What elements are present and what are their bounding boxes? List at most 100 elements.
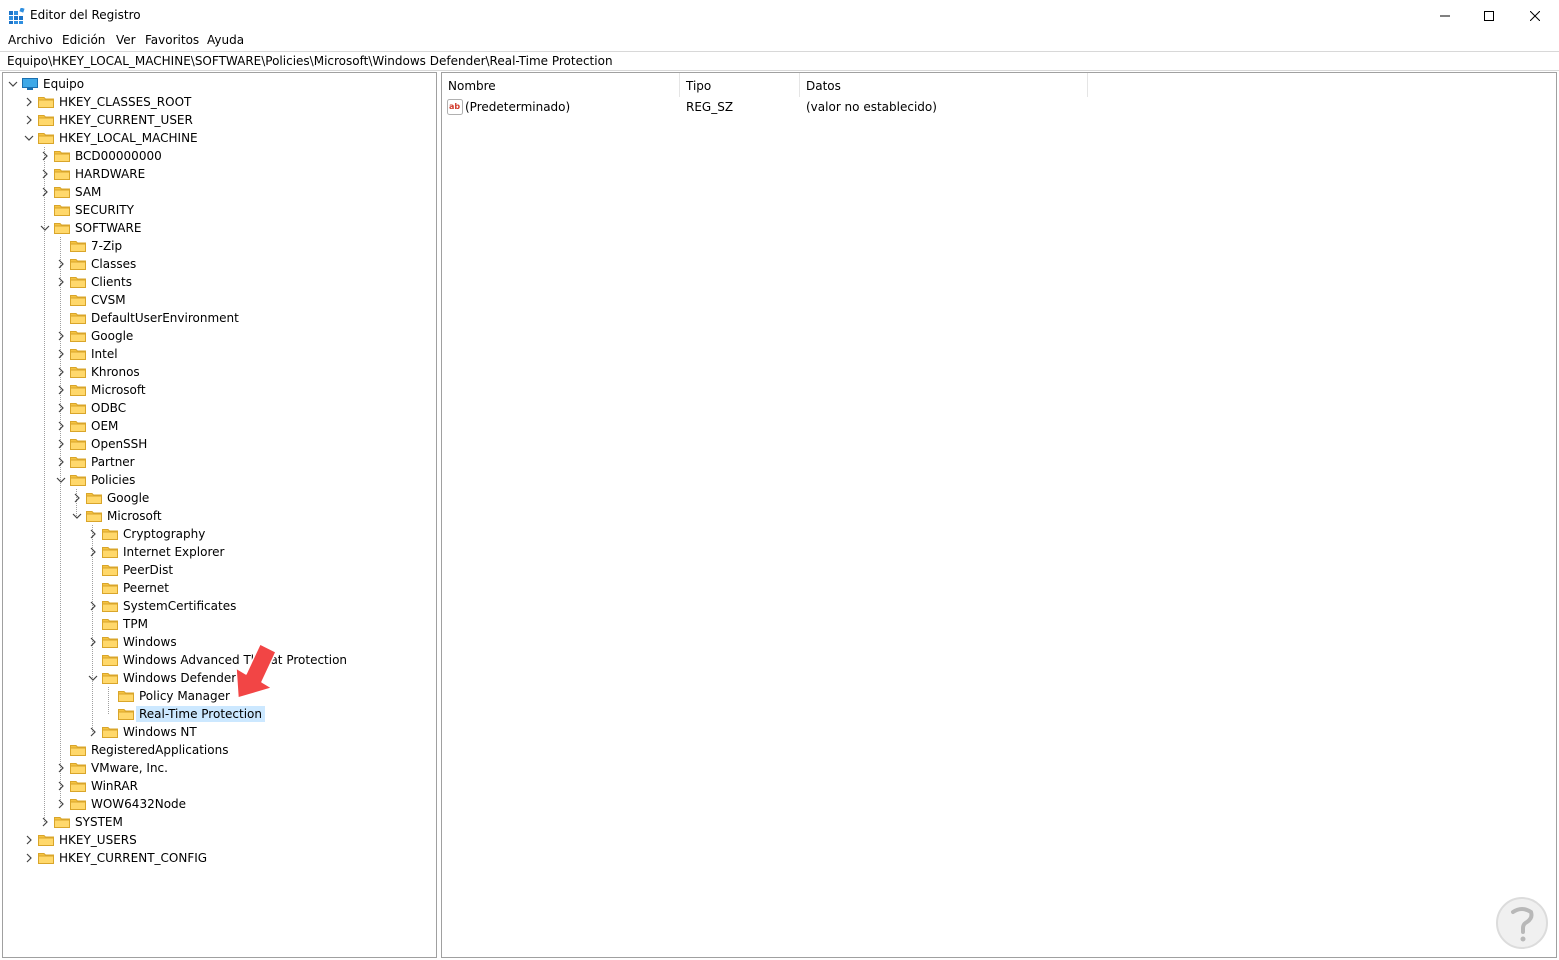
tree-item[interactable]: Policy Manager [3,687,433,705]
menu-archivo[interactable]: Archivo [8,33,53,47]
chevron-right-icon[interactable] [24,835,34,845]
tree-item[interactable]: Peernet [3,579,433,597]
chevron-right-icon[interactable] [56,403,66,413]
tree-item[interactable]: CVSM [3,291,433,309]
tree-item[interactable]: SAM [3,183,433,201]
column-header-tipo[interactable]: Tipo [680,73,800,97]
chevron-down-icon[interactable] [8,79,18,89]
chevron-right-icon[interactable] [56,385,66,395]
tree-item[interactable]: HKEY_CURRENT_USER [3,111,433,129]
chevron-down-icon[interactable] [56,475,66,485]
value-data: (valor no establecido) [806,100,937,114]
tree-item[interactable]: Internet Explorer [3,543,433,561]
menu-edicion[interactable]: Edición [62,33,105,47]
tree-item[interactable]: TPM [3,615,433,633]
chevron-right-icon[interactable] [56,421,66,431]
tree-item[interactable]: SECURITY [3,201,433,219]
chevron-down-icon[interactable] [24,133,34,143]
tree-item[interactable]: 7-Zip [3,237,433,255]
folder-icon [86,511,102,522]
tree-item[interactable]: Policies [3,471,433,489]
close-button[interactable] [1512,0,1558,31]
tree-item[interactable]: ODBC [3,399,433,417]
menu-favoritos[interactable]: Favoritos [145,33,199,47]
maximize-button[interactable] [1466,0,1512,31]
chevron-right-icon[interactable] [56,259,66,269]
tree-item[interactable]: WOW6432Node [3,795,433,813]
chevron-right-icon[interactable] [56,277,66,287]
chevron-right-icon[interactable] [88,547,98,557]
close-icon [1530,10,1540,21]
chevron-down-icon[interactable] [72,511,82,521]
chevron-right-icon[interactable] [40,817,50,827]
tree-item[interactable]: Google [3,489,433,507]
tree-item[interactable]: HKEY_LOCAL_MACHINE [3,129,433,147]
chevron-right-icon[interactable] [40,169,50,179]
chevron-down-icon[interactable] [88,673,98,683]
values-list[interactable]: Nombre Tipo Datos ab (Predeterminado) RE… [441,72,1557,958]
tree-item[interactable]: Intel [3,345,433,363]
tree-item[interactable]: HKEY_CURRENT_CONFIG [3,849,433,867]
address-path[interactable]: Equipo\HKEY_LOCAL_MACHINE\SOFTWARE\Polic… [7,54,613,68]
tree-item[interactable]: Partner [3,453,433,471]
registry-tree[interactable]: Equipo HKEY_CLASSES_ROOT HKEY_CURRENT_USER… [2,72,437,958]
tree-item[interactable]: SystemCertificates [3,597,433,615]
tree-item[interactable]: HKEY_CLASSES_ROOT [3,93,433,111]
tree-item[interactable]: Clients [3,273,433,291]
chevron-right-icon[interactable] [56,331,66,341]
tree-item[interactable]: Cryptography [3,525,433,543]
menu-ayuda[interactable]: Ayuda [207,33,244,47]
tree-item[interactable]: WinRAR [3,777,433,795]
tree-item[interactable]: Windows Advanced Threat Protection [3,651,433,669]
tree-item[interactable]: Windows NT [3,723,433,741]
tree-item[interactable]: Windows [3,633,433,651]
tree-item[interactable]: Windows Defender [3,669,433,687]
folder-icon [118,709,134,720]
tree-item[interactable]: Google [3,327,433,345]
tree-item-label: WinRAR [91,779,138,793]
tree-item[interactable]: Microsoft [3,381,433,399]
chevron-right-icon[interactable] [56,781,66,791]
chevron-right-icon[interactable] [40,187,50,197]
tree-item[interactable]: SYSTEM [3,813,433,831]
folder-icon [70,475,86,486]
chevron-right-icon[interactable] [56,457,66,467]
tree-item[interactable]: Khronos [3,363,433,381]
tree-item[interactable]: PeerDist [3,561,433,579]
tree-item-label: Peernet [123,581,169,595]
menu-ver[interactable]: Ver [116,33,136,47]
chevron-right-icon[interactable] [72,493,82,503]
chevron-right-icon[interactable] [88,601,98,611]
chevron-right-icon[interactable] [56,439,66,449]
maximize-icon [1484,10,1494,21]
tree-item[interactable]: OpenSSH [3,435,433,453]
chevron-right-icon[interactable] [56,349,66,359]
tree-item[interactable]: Classes [3,255,433,273]
chevron-right-icon[interactable] [24,853,34,863]
tree-item[interactable]: HARDWARE [3,165,433,183]
chevron-right-icon[interactable] [88,727,98,737]
minimize-button[interactable] [1422,0,1468,31]
tree-item[interactable]: DefaultUserEnvironment [3,309,433,327]
chevron-right-icon[interactable] [88,637,98,647]
column-header-nombre[interactable]: Nombre [442,73,680,97]
chevron-down-icon[interactable] [40,223,50,233]
tree-item[interactable]: RegisteredApplications [3,741,433,759]
chevron-right-icon[interactable] [56,763,66,773]
chevron-right-icon[interactable] [56,367,66,377]
tree-item[interactable]: OEM [3,417,433,435]
chevron-right-icon[interactable] [40,151,50,161]
tree-item[interactable]: Equipo [3,75,433,93]
chevron-right-icon[interactable] [56,799,66,809]
tree-item[interactable]: SOFTWARE [3,219,433,237]
chevron-right-icon[interactable] [88,529,98,539]
column-header-datos[interactable]: Datos [800,73,1088,97]
tree-item[interactable]: VMware, Inc. [3,759,433,777]
address-bar[interactable]: Equipo\HKEY_LOCAL_MACHINE\SOFTWARE\Polic… [0,51,1559,71]
chevron-right-icon[interactable] [24,115,34,125]
chevron-right-icon[interactable] [24,97,34,107]
tree-item[interactable]: Real-Time Protection [3,705,433,723]
tree-item[interactable]: Microsoft [3,507,433,525]
tree-item[interactable]: HKEY_USERS [3,831,433,849]
tree-item[interactable]: BCD00000000 [3,147,433,165]
